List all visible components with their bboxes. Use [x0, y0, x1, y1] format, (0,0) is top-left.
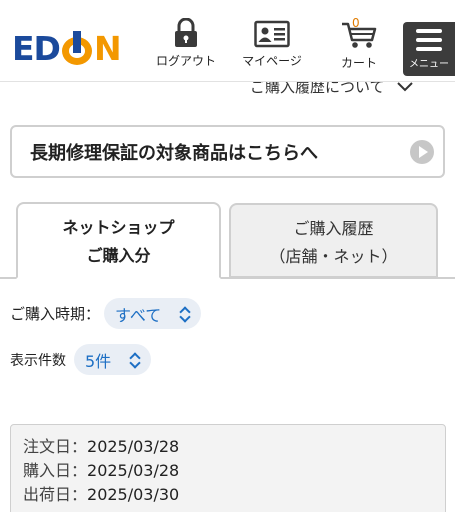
tab-online-line1: ネットショップ	[62, 218, 175, 237]
menu-button[interactable]: メニュー	[403, 22, 455, 76]
ship-date-row: 出荷日：2025/03/30	[23, 483, 445, 507]
warranty-button-label: 長期修理保証の対象商品はこちらへ	[30, 142, 318, 164]
cart-count-badge: 0	[352, 16, 360, 30]
display-count-filter: 表示件数 5件	[10, 344, 152, 375]
logo-text-n: N	[93, 28, 122, 68]
display-count-label: 表示件数	[10, 352, 66, 369]
chevron-updown-icon	[179, 305, 191, 323]
mypage-label: マイページ	[242, 54, 302, 68]
page: ご購入履歴について ED N ログアウト マイページ 0 カート メニュー 長期…	[0, 0, 455, 512]
tab-online-line2: ご購入分	[86, 246, 151, 265]
mypage-button[interactable]: マイページ	[236, 18, 308, 69]
tab-purchase-history-store-net[interactable]: ご購入履歴 （店舗・ネット）	[229, 203, 438, 278]
logo-i-mark	[61, 31, 93, 65]
menu-label: メニュー	[409, 59, 449, 70]
ship-date-value: 2025/03/30	[87, 485, 180, 504]
id-card-icon	[254, 20, 290, 48]
tab-online-shop-purchases[interactable]: ネットショップ ご購入分	[16, 202, 221, 279]
purchase-date-value: 2025/03/28	[87, 461, 180, 480]
lock-icon	[175, 18, 197, 47]
ship-date-label: 出荷日：	[23, 485, 88, 504]
order-card: 注文日：2025/03/28 購入日：2025/03/28 出荷日：2025/0…	[10, 424, 446, 512]
purchase-date-row: 購入日：2025/03/28	[23, 459, 445, 483]
tab-store-line1: ご購入履歴	[293, 219, 374, 238]
logout-button[interactable]: ログアウト	[151, 18, 221, 69]
site-header: ED N ログアウト マイページ 0 カート メニュー	[0, 0, 455, 82]
purchase-date-label: 購入日：	[23, 461, 88, 480]
purchase-period-label: ご購入時期：	[10, 305, 101, 323]
edion-logo[interactable]: ED N	[12, 28, 122, 68]
purchase-period-value: すべて	[115, 305, 162, 325]
arrow-right-circle-icon	[410, 140, 434, 164]
display-count-select[interactable]: 5件	[74, 344, 152, 375]
chevron-down-icon	[396, 81, 413, 91]
cart-label: カート	[340, 56, 377, 70]
tab-store-line2: （店舗・ネット）	[269, 247, 398, 266]
order-date-value: 2025/03/28	[87, 437, 180, 456]
cart-button[interactable]: 0 カート	[330, 16, 388, 71]
logout-label: ログアウト	[155, 54, 216, 68]
purchase-period-select[interactable]: すべて	[104, 298, 202, 329]
display-count-value: 5件	[85, 351, 112, 371]
logo-text-ed: ED	[12, 28, 61, 68]
chevron-updown-icon	[129, 351, 141, 369]
order-date-row: 注文日：2025/03/28	[23, 435, 445, 459]
purchase-period-filter: ご購入時期： すべて	[10, 298, 202, 329]
order-date-label: 注文日：	[23, 437, 88, 456]
hamburger-icon	[416, 29, 442, 56]
long-warranty-products-button[interactable]: 長期修理保証の対象商品はこちらへ	[10, 125, 445, 178]
